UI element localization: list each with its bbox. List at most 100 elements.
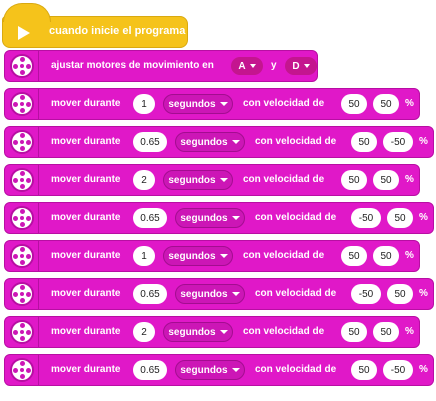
motor-wheel-icon xyxy=(10,168,34,192)
motor-wheel-icon xyxy=(10,54,34,78)
percent-label: % xyxy=(405,250,414,261)
right-speed-input[interactable]: 50 xyxy=(373,170,399,190)
duration-input[interactable]: 2 xyxy=(133,170,155,190)
move-for-label: mover durante xyxy=(51,212,121,223)
unit-dropdown[interactable]: segundos xyxy=(175,360,245,380)
left-speed-input[interactable]: 50 xyxy=(341,94,367,114)
motor-wheel-icon xyxy=(10,206,34,230)
move-for-label: mover durante xyxy=(51,98,121,109)
move-for-duration-block[interactable]: mover durante 1 segundos con velocidad d… xyxy=(4,88,420,120)
move-for-label: mover durante xyxy=(51,174,121,185)
percent-label: % xyxy=(419,212,428,223)
set-movement-motors-block[interactable]: ajustar motores de movimiento en A y D xyxy=(4,50,318,82)
percent-label: % xyxy=(405,174,414,185)
right-speed-input[interactable]: -50 xyxy=(383,132,413,152)
left-speed-input[interactable]: 50 xyxy=(341,322,367,342)
right-speed-input[interactable]: 50 xyxy=(387,284,413,304)
unit-value: segundos xyxy=(168,98,216,110)
motor-wheel-icon xyxy=(10,282,34,306)
move-for-label: mover durante xyxy=(51,364,121,375)
motor-icon-cell xyxy=(5,355,39,385)
motor-icon-cell xyxy=(5,279,39,309)
speed-label: con velocidad de xyxy=(243,326,325,337)
percent-label: % xyxy=(405,98,414,109)
caret-down-icon xyxy=(303,64,310,68)
motor-wheel-icon xyxy=(10,320,34,344)
duration-input[interactable]: 0.65 xyxy=(133,208,167,228)
move-for-duration-block[interactable]: mover durante 0.65 segundos con velocida… xyxy=(4,126,434,158)
unit-value: segundos xyxy=(168,250,216,262)
start-event-label: cuando inicie el programa xyxy=(49,25,186,37)
caret-down-icon xyxy=(219,254,228,258)
left-speed-input[interactable]: 50 xyxy=(351,360,377,380)
move-for-label: mover durante xyxy=(51,326,121,337)
left-speed-input[interactable]: -50 xyxy=(351,284,381,304)
motor-wheel-icon xyxy=(10,92,34,116)
caret-down-icon xyxy=(219,178,228,182)
duration-input[interactable]: 2 xyxy=(133,322,155,342)
unit-value: segundos xyxy=(180,288,228,300)
right-speed-input[interactable]: 50 xyxy=(373,94,399,114)
unit-dropdown[interactable]: segundos xyxy=(175,208,245,228)
unit-dropdown[interactable]: segundos xyxy=(163,170,233,190)
right-speed-input[interactable]: 50 xyxy=(373,322,399,342)
move-for-duration-block[interactable]: mover durante 0.65 segundos con velocida… xyxy=(4,202,434,234)
left-speed-input[interactable]: -50 xyxy=(351,208,381,228)
duration-input[interactable]: 0.65 xyxy=(133,284,167,304)
speed-label: con velocidad de xyxy=(255,212,337,223)
move-for-duration-block[interactable]: mover durante 2 segundos con velocidad d… xyxy=(4,316,420,348)
move-for-duration-block[interactable]: mover durante 2 segundos con velocidad d… xyxy=(4,164,420,196)
motor-wheel-icon xyxy=(10,358,34,382)
speed-label: con velocidad de xyxy=(255,136,337,147)
start-event-block[interactable]: cuando inicie el programa xyxy=(2,3,188,48)
right-speed-input[interactable]: -50 xyxy=(383,360,413,380)
unit-value: segundos xyxy=(180,364,228,376)
caret-down-icon xyxy=(231,292,240,296)
right-speed-input[interactable]: 50 xyxy=(373,246,399,266)
left-speed-input[interactable]: 50 xyxy=(351,132,377,152)
port-b-dropdown[interactable]: D xyxy=(285,57,317,75)
unit-dropdown[interactable]: segundos xyxy=(175,132,245,152)
unit-value: segundos xyxy=(180,136,228,148)
motor-icon-cell xyxy=(5,127,39,157)
duration-input[interactable]: 1 xyxy=(133,94,155,114)
duration-input[interactable]: 1 xyxy=(133,246,155,266)
percent-label: % xyxy=(419,136,428,147)
move-for-label: mover durante xyxy=(51,136,121,147)
left-speed-input[interactable]: 50 xyxy=(341,246,367,266)
motor-wheel-icon xyxy=(10,244,34,268)
caret-down-icon xyxy=(231,216,240,220)
port-a-value: A xyxy=(238,60,246,72)
duration-input[interactable]: 0.65 xyxy=(133,132,167,152)
move-for-duration-block[interactable]: mover durante 1 segundos con velocidad d… xyxy=(4,240,420,272)
duration-input[interactable]: 0.65 xyxy=(133,360,167,380)
motor-icon-cell xyxy=(5,51,39,81)
move-for-label: mover durante xyxy=(51,250,121,261)
left-speed-input[interactable]: 50 xyxy=(341,170,367,190)
set-motors-label: ajustar motores de movimiento en xyxy=(51,60,214,71)
motor-wheel-icon xyxy=(10,130,34,154)
speed-label: con velocidad de xyxy=(243,98,325,109)
port-a-dropdown[interactable]: A xyxy=(231,57,263,75)
unit-value: segundos xyxy=(180,212,228,224)
move-for-duration-block[interactable]: mover durante 0.65 segundos con velocida… xyxy=(4,278,434,310)
motor-icon-cell xyxy=(5,165,39,195)
motor-icon-cell xyxy=(5,203,39,233)
port-b-value: D xyxy=(292,60,300,72)
caret-down-icon xyxy=(219,330,228,334)
unit-dropdown[interactable]: segundos xyxy=(163,322,233,342)
caret-down-icon xyxy=(231,368,240,372)
motor-icon-cell xyxy=(5,317,39,347)
unit-dropdown[interactable]: segundos xyxy=(163,246,233,266)
right-speed-input[interactable]: 50 xyxy=(387,208,413,228)
move-for-duration-block[interactable]: mover durante 0.65 segundos con velocida… xyxy=(4,354,434,386)
unit-dropdown[interactable]: segundos xyxy=(175,284,245,304)
speed-label: con velocidad de xyxy=(243,174,325,185)
unit-value: segundos xyxy=(168,174,216,186)
speed-label: con velocidad de xyxy=(255,364,337,375)
speed-label: con velocidad de xyxy=(243,250,325,261)
unit-value: segundos xyxy=(168,326,216,338)
unit-dropdown[interactable]: segundos xyxy=(163,94,233,114)
caret-down-icon xyxy=(219,102,228,106)
motor-icon-cell xyxy=(5,241,39,271)
